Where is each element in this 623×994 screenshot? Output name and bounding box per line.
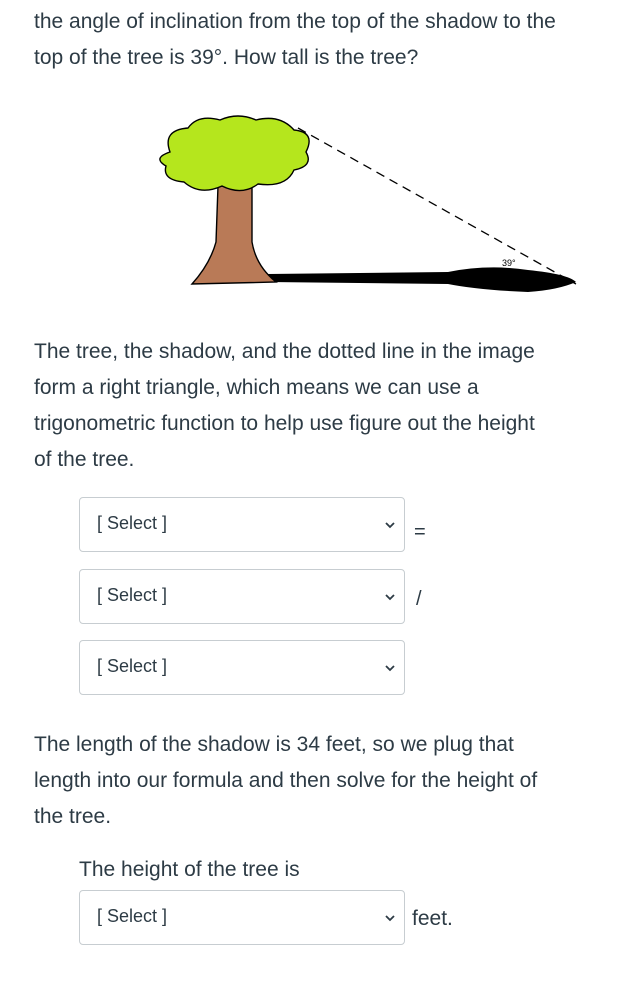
select-2-value: [ Select ] bbox=[97, 585, 168, 605]
explanation-text: The tree, the shadow, and the dotted lin… bbox=[34, 334, 535, 478]
tree-trunk bbox=[190, 185, 278, 285]
explanation-line-1: The tree, the shadow, and the dotted lin… bbox=[34, 340, 535, 363]
division-sign: / bbox=[416, 588, 422, 610]
answer-select-value: [ Select ] bbox=[97, 906, 168, 926]
chevron-down-icon bbox=[385, 665, 395, 672]
dotted-line bbox=[297, 127, 577, 285]
answer-label: The height of the tree is bbox=[79, 858, 300, 881]
chevron-down-icon bbox=[385, 915, 395, 922]
chevron-down-icon bbox=[385, 594, 395, 601]
select-1-value: [ Select ] bbox=[97, 513, 168, 533]
shadow-line-1: The length of the shadow is 34 feet, so … bbox=[34, 733, 514, 756]
angle-label: 39° bbox=[502, 258, 516, 268]
question-text: the angle of inclination from the top of… bbox=[34, 4, 556, 76]
explanation-line-2: form a right triangle, which means we ca… bbox=[34, 376, 479, 399]
equals-sign: = bbox=[414, 521, 426, 543]
question-line-1: the angle of inclination from the top of… bbox=[34, 10, 556, 33]
formula-select-3[interactable]: [ Select ] bbox=[79, 640, 405, 695]
shadow-length-text: The length of the shadow is 34 feet, so … bbox=[34, 727, 537, 835]
tree-shadow-figure: 39° bbox=[159, 115, 577, 292]
shadow bbox=[268, 267, 576, 292]
formula-select-2[interactable]: [ Select ] bbox=[79, 569, 405, 624]
select-3-value: [ Select ] bbox=[97, 656, 168, 676]
answer-unit: feet. bbox=[412, 907, 453, 930]
tree-foliage bbox=[159, 115, 310, 192]
explanation-line-4: of the tree. bbox=[34, 448, 135, 471]
shadow-line-3: the tree. bbox=[34, 805, 112, 828]
question-line-2: top of the tree is 39°. How tall is the … bbox=[34, 46, 419, 69]
formula-select-1[interactable]: [ Select ] bbox=[79, 497, 405, 552]
explanation-line-3: trigonometric function to help use figur… bbox=[34, 412, 535, 435]
answer-select[interactable]: [ Select ] bbox=[79, 890, 405, 945]
shadow-line-2: length into our formula and then solve f… bbox=[34, 769, 538, 792]
chevron-down-icon bbox=[385, 522, 395, 529]
